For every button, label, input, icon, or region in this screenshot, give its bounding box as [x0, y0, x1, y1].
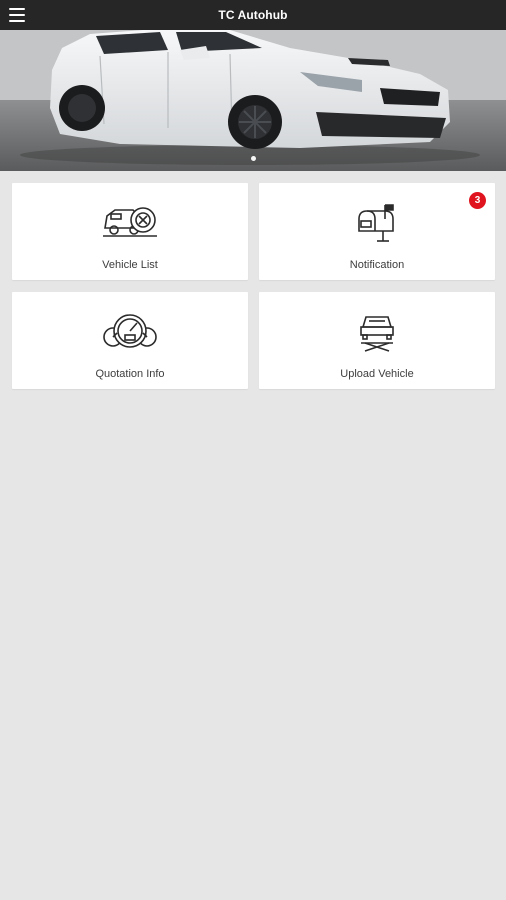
vehicle-list-tile[interactable]: Vehicle List	[12, 183, 248, 280]
hamburger-menu-icon[interactable]	[9, 7, 25, 23]
vehicle-list-label: Vehicle List	[102, 259, 158, 271]
app-bar: TC Autohub	[0, 0, 506, 30]
car-banner-image	[0, 30, 506, 171]
notification-label: Notification	[349, 259, 405, 271]
car-on-jack-icon	[347, 309, 407, 353]
notification-tile[interactable]: 3 Notification	[259, 183, 495, 280]
quotation-info-tile[interactable]: Quotation Info	[12, 292, 248, 389]
banner-carousel[interactable]	[0, 30, 506, 171]
app-title: TC Autohub	[218, 8, 288, 22]
carousel-dot-active[interactable]	[250, 156, 256, 161]
quotation-info-label: Quotation Info	[95, 368, 165, 380]
upload-vehicle-tile[interactable]: Upload Vehicle	[259, 292, 495, 389]
notification-count-badge: 3	[469, 192, 486, 209]
upload-vehicle-label: Upload Vehicle	[340, 368, 414, 380]
carousel-indicator	[0, 156, 506, 161]
speedometer-gauges-icon	[100, 309, 160, 353]
car-dashboard-icon	[100, 200, 160, 244]
mailbox-icon	[347, 200, 407, 244]
